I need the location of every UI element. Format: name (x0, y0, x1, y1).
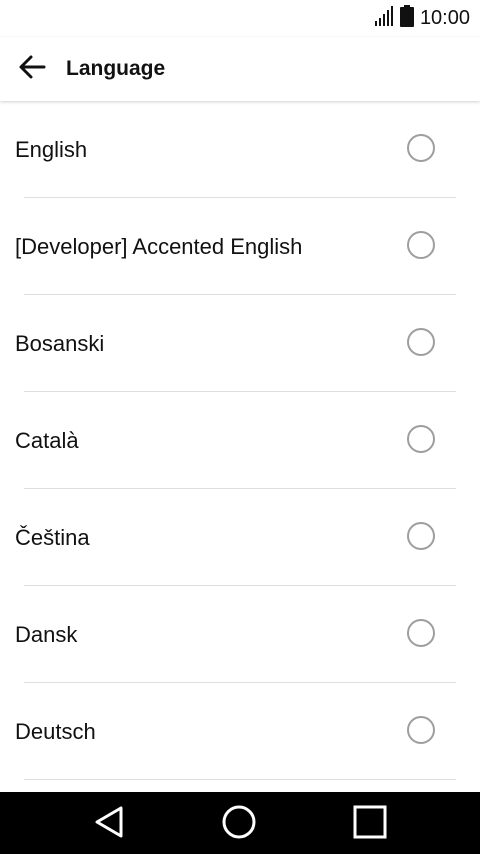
language-item-cestina[interactable]: Čeština (0, 489, 480, 586)
radio-button[interactable] (407, 231, 435, 259)
language-label: Deutsch (15, 719, 96, 744)
nav-recents-button[interactable] (350, 804, 390, 844)
status-bar: 10:00 (0, 0, 480, 37)
app-bar: Language (0, 37, 480, 101)
radio-button[interactable] (407, 619, 435, 647)
page-title: Language (66, 57, 166, 80)
nav-back-icon (93, 805, 125, 844)
radio-button[interactable] (407, 425, 435, 453)
screen: 10:00 Language English [Developer] Accen… (0, 0, 480, 854)
nav-back-button[interactable] (89, 804, 129, 844)
radio-button[interactable] (407, 716, 435, 744)
language-label: [Developer] Accented English (15, 234, 303, 259)
nav-recents-icon (353, 805, 387, 844)
language-item-deutsch[interactable]: Deutsch (0, 683, 480, 780)
status-time: 10:00 (419, 7, 470, 29)
language-label: Bosanski (15, 331, 105, 356)
language-label: Dansk (15, 622, 78, 647)
language-item-english[interactable]: English (0, 101, 480, 198)
language-item-dansk[interactable]: Dansk (0, 586, 480, 683)
arrow-back-icon (18, 53, 46, 86)
radio-button[interactable] (407, 134, 435, 162)
signal-icon (374, 5, 394, 32)
language-item-catala[interactable]: Català (0, 392, 480, 489)
language-item-bosanski[interactable]: Bosanski (0, 295, 480, 392)
battery-icon (399, 4, 414, 32)
nav-home-icon (221, 804, 257, 845)
language-label: English (15, 137, 88, 162)
divider (24, 779, 456, 780)
nav-home-button[interactable] (219, 804, 259, 844)
language-list: English [Developer] Accented English Bos… (0, 101, 480, 792)
language-label: Čeština (15, 525, 90, 550)
back-button[interactable] (14, 51, 50, 87)
language-item-accented-english[interactable]: [Developer] Accented English (0, 198, 480, 295)
radio-button[interactable] (407, 522, 435, 550)
navigation-bar (0, 792, 480, 854)
language-label: Català (15, 428, 79, 453)
radio-button[interactable] (407, 328, 435, 356)
status-icons: 10:00 (374, 4, 470, 32)
